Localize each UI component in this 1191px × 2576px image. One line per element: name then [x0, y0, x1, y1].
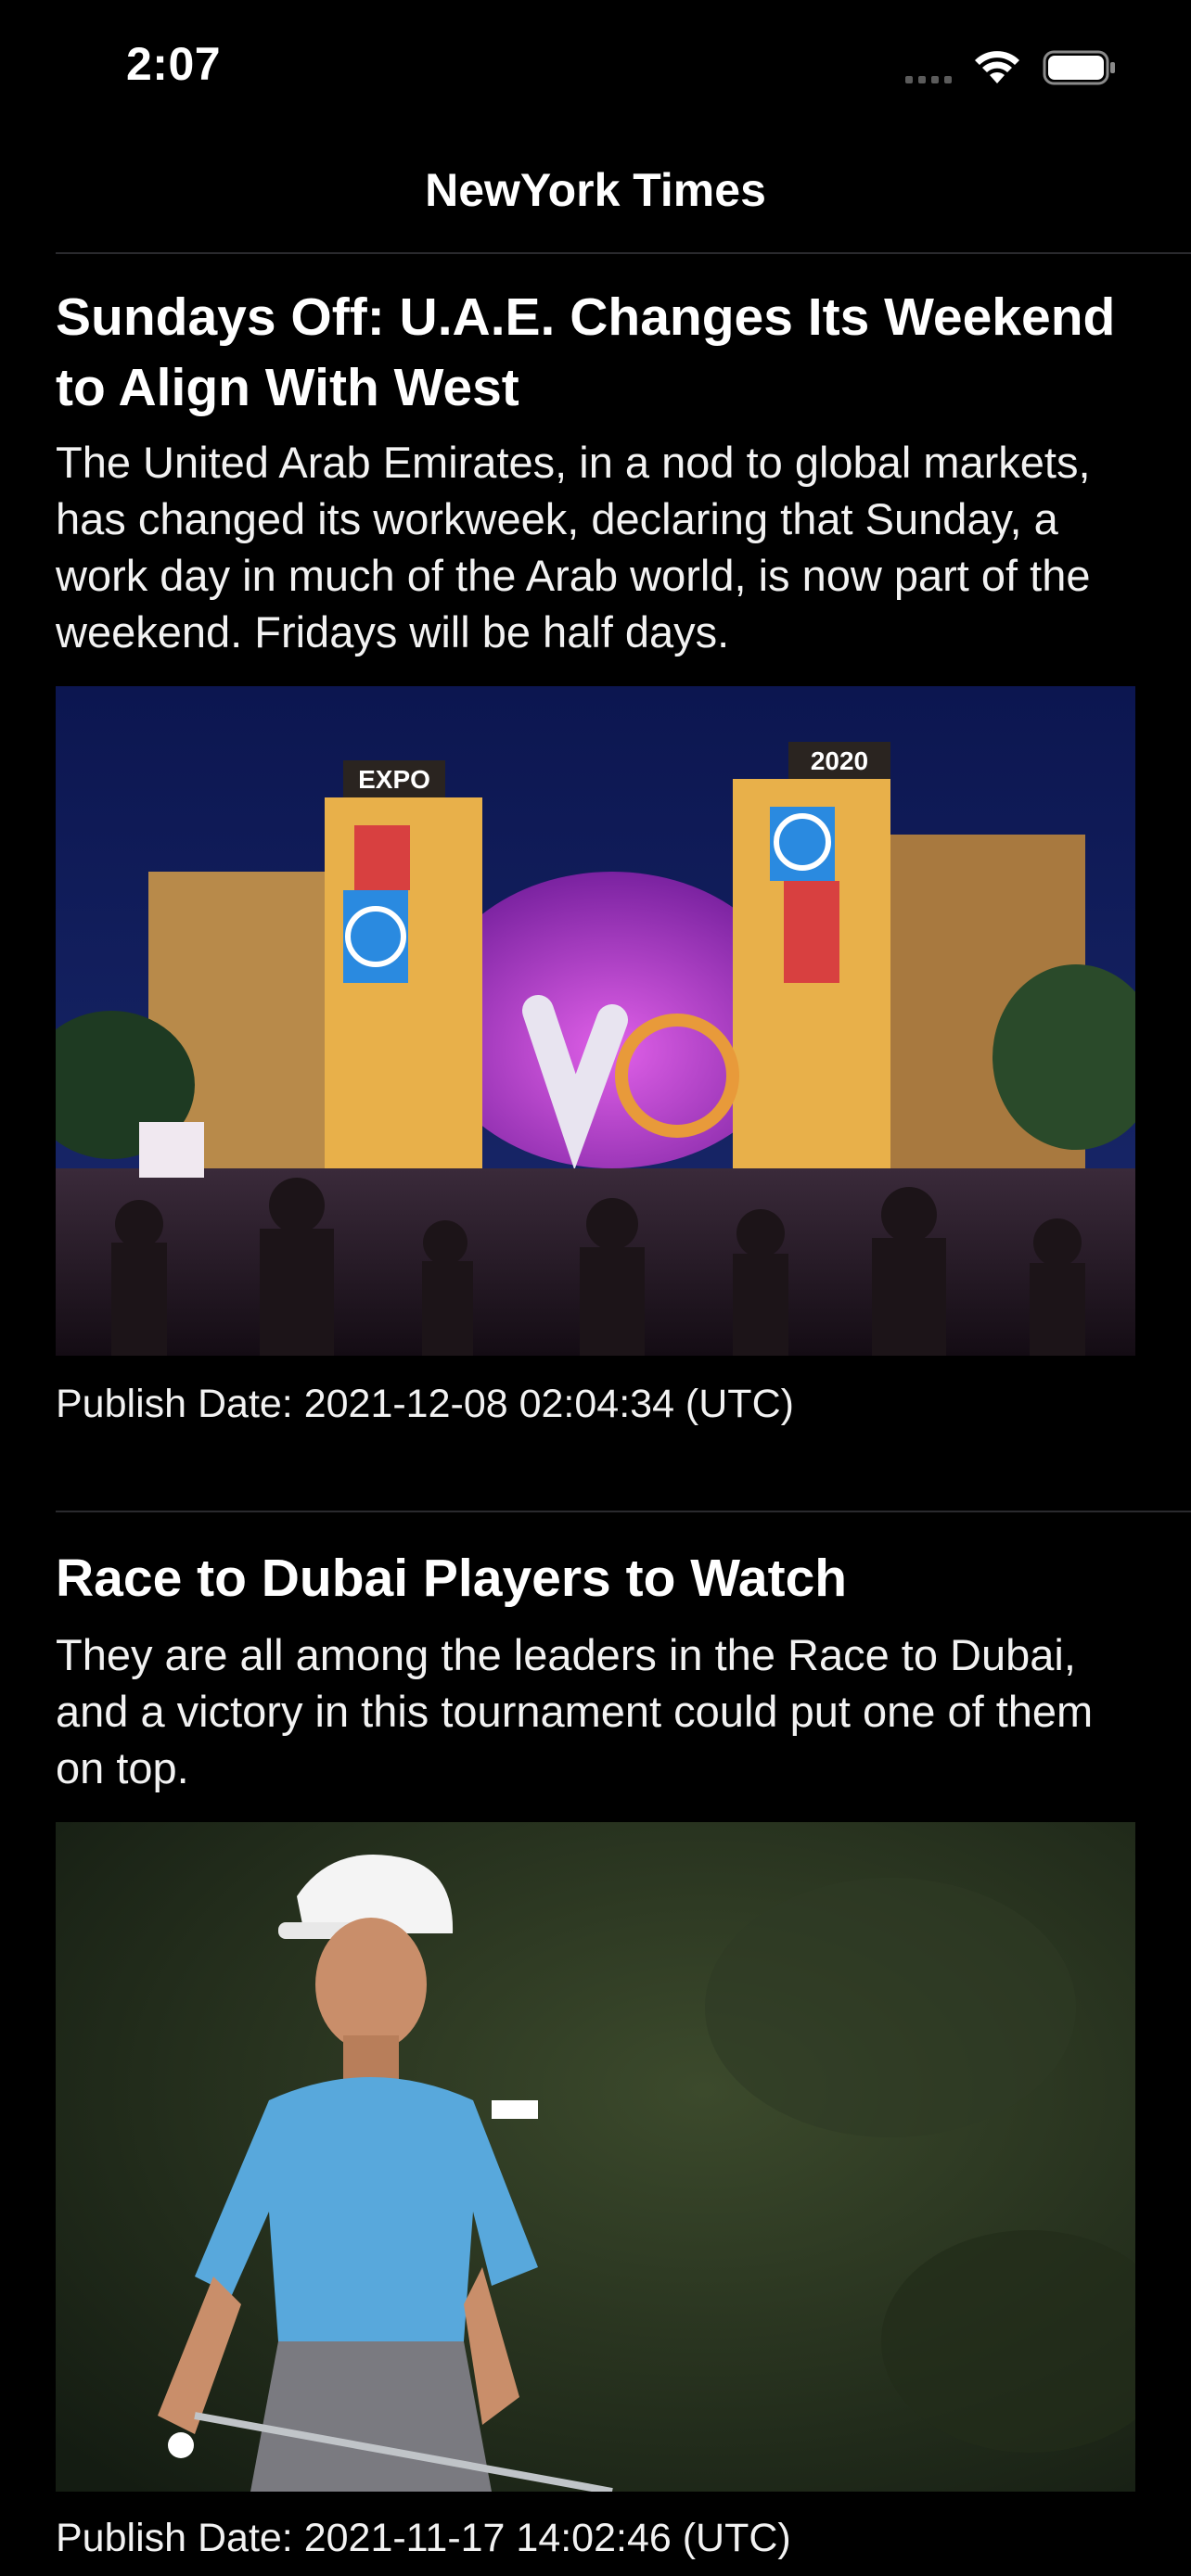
navigation-bar: NewYork Times	[0, 139, 1191, 252]
article-headline: Race to Dubai Players to Watch	[56, 1549, 848, 1608]
cellular-signal-icon	[905, 52, 952, 83]
publish-date: Publish Date: 2021-12-08 02:04:34 (UTC)	[56, 1382, 794, 1426]
article-row[interactable]: Race to Dubai Players to Watch They are …	[56, 1543, 1135, 2564]
nav-title: NewYork Times	[425, 164, 766, 216]
article-image	[56, 1822, 1135, 2492]
nav-divider	[56, 252, 1191, 254]
article-image: EXPO 2020	[56, 686, 1135, 1356]
year-sign: 2020	[811, 746, 868, 775]
article-abstract: The United Arab Emirates, in a nod to gl…	[56, 438, 1091, 657]
battery-icon	[1043, 49, 1117, 86]
publish-date: Publish Date: 2021-11-17 14:02:46 (UTC)	[56, 2516, 791, 2560]
article-row[interactable]: Sundays Off: U.A.E. Changes Its Weekend …	[56, 282, 1135, 1430]
status-bar: 2:07	[0, 0, 1191, 139]
status-icons	[905, 45, 1117, 91]
article-abstract: They are all among the leaders in the Ra…	[56, 1630, 1094, 1792]
row-divider	[56, 1511, 1191, 1512]
app-screen: 2:07 NewYork Times Sundays Off: U.A.E. C…	[0, 0, 1191, 2576]
status-time: 2:07	[126, 38, 222, 90]
expo-sign: EXPO	[358, 765, 430, 794]
article-headline: Sundays Off: U.A.E. Changes Its Weekend …	[56, 287, 1116, 417]
wifi-icon	[974, 50, 1020, 85]
